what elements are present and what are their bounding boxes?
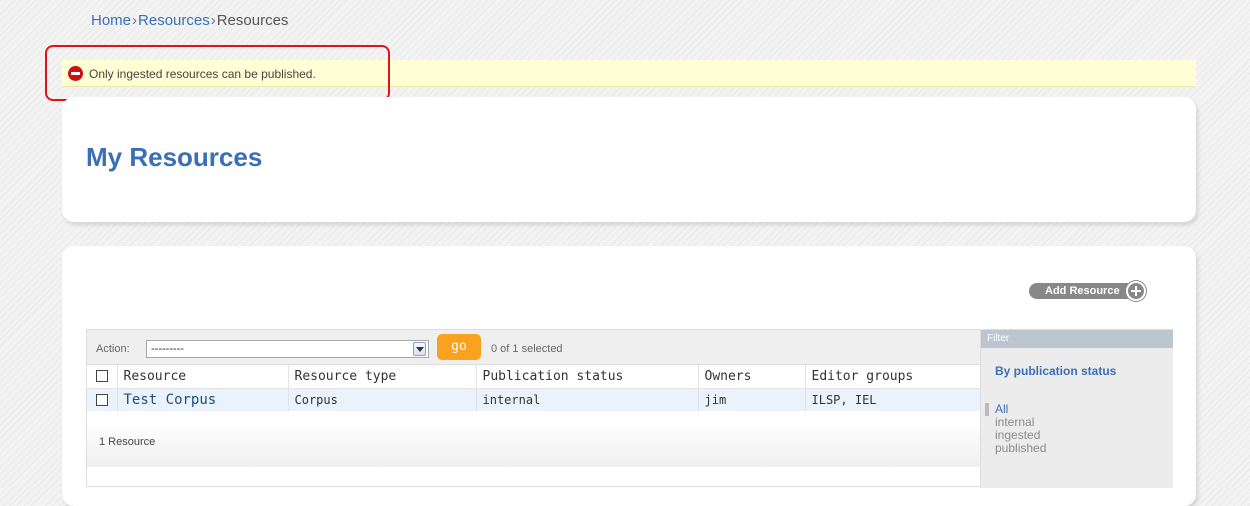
breadcrumb-separator: › <box>132 12 138 29</box>
plus-icon <box>1125 281 1146 301</box>
go-button[interactable]: go <box>437 334 481 360</box>
changelist: Action: --------- go 0 of 1 selected Res… <box>86 329 1173 488</box>
editor-groups-cell: ILSP, IEL <box>804 388 980 411</box>
filter-options: All internal ingested published <box>985 403 1046 455</box>
paginator: 1 Resource <box>87 423 980 467</box>
resource-link[interactable]: Test Corpus <box>124 392 217 408</box>
chevron-down-icon <box>413 342 426 356</box>
select-all-checkbox[interactable] <box>95 370 108 383</box>
action-select[interactable]: --------- <box>146 340 429 358</box>
publication-status-cell: internal <box>475 388 698 411</box>
selection-counter: 0 of 1 selected <box>491 343 563 355</box>
filter-sidebar: Filter By publication status All interna… <box>980 330 1173 488</box>
breadcrumb-current: Resources <box>216 12 289 29</box>
breadcrumb-home[interactable]: Home <box>91 12 131 29</box>
row-checkbox[interactable] <box>95 394 108 407</box>
row-select-cell <box>87 388 117 411</box>
resource-type-cell: Corpus <box>287 388 476 411</box>
action-select-value: --------- <box>151 343 184 355</box>
action-label: Action: <box>96 343 130 355</box>
filter-header: Filter <box>981 330 1173 348</box>
resource-cell: Test Corpus <box>116 388 288 411</box>
table-header-row: Resource Resource type Publication statu… <box>87 365 980 389</box>
owners-cell: jim <box>697 388 805 411</box>
breadcrumb-resources[interactable]: Resources <box>138 12 210 29</box>
page-title: My Resources <box>86 142 263 172</box>
column-header-publication-status[interactable]: Publication status <box>475 365 698 389</box>
add-resource-button[interactable]: Add Resource <box>1029 281 1158 301</box>
breadcrumb: Home›Resources›Resources <box>91 12 288 29</box>
breadcrumb-separator: › <box>210 12 216 29</box>
column-header-resource[interactable]: Resource <box>116 365 288 389</box>
filter-option-published[interactable]: published <box>989 442 1046 455</box>
table-row: Test Corpus Corpus internal jim ILSP, IE… <box>87 388 980 411</box>
highlight-box <box>45 45 390 101</box>
column-header-editor-groups[interactable]: Editor groups <box>804 365 980 389</box>
add-resource-label: Add Resource <box>1029 283 1128 299</box>
column-header-resource-type[interactable]: Resource type <box>287 365 476 389</box>
actions-bar: Action: --------- go 0 of 1 selected <box>87 330 980 365</box>
results-table: Resource Resource type Publication statu… <box>87 365 980 411</box>
filter-title: By publication status <box>995 364 1117 378</box>
select-all-cell <box>87 365 117 389</box>
column-header-owners[interactable]: Owners <box>697 365 805 389</box>
